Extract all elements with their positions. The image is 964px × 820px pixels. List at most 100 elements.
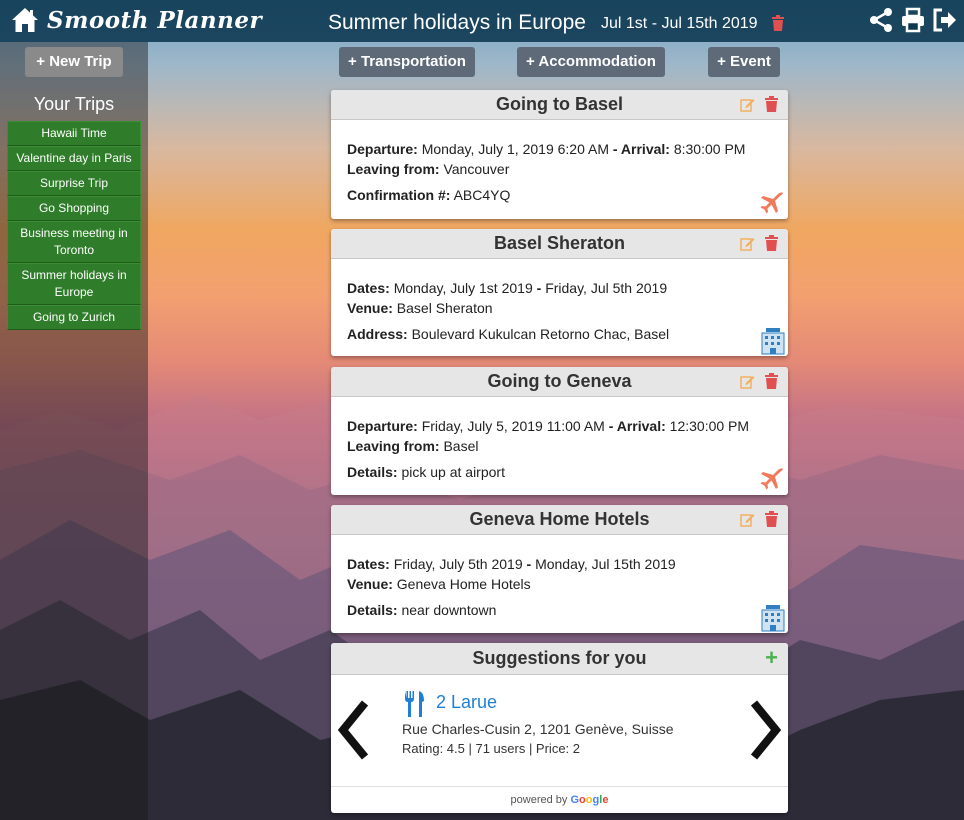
suggestion-address: Rue Charles-Cusin 2, 1201 Genève, Suisse <box>402 721 674 737</box>
edit-icon[interactable] <box>740 97 755 112</box>
edit-icon[interactable] <box>740 374 755 389</box>
airplane-icon <box>760 192 783 214</box>
value: Monday, July 1, 2019 6:20 AM <box>421 141 609 157</box>
powered-by-text: powered by <box>510 794 568 806</box>
value: Friday, Jul 5th 2019 <box>545 280 668 296</box>
value: Friday, July 5th 2019 <box>393 556 523 572</box>
trip-item[interactable]: Summer holidays in Europe <box>7 263 141 305</box>
card-line-3: Details: near downtown <box>347 600 772 620</box>
add-transportation-button[interactable]: + Transportation <box>339 47 475 77</box>
value: 8:30:00 PM <box>673 141 746 157</box>
label: - <box>536 280 542 296</box>
add-event-button[interactable]: + Event <box>708 47 780 77</box>
add-suggestion-button[interactable]: + <box>765 643 778 673</box>
suggestions-title: Suggestions for you <box>472 648 647 668</box>
trip-item[interactable]: Hawaii Time <box>7 121 141 146</box>
add-accommodation-button[interactable]: + Accommodation <box>517 47 665 77</box>
trip-item[interactable]: Business meeting in Toronto <box>7 221 141 263</box>
trip-item[interactable]: Valentine day in Paris <box>7 146 141 171</box>
edit-icon[interactable] <box>740 512 755 527</box>
your-trips-heading: Your Trips <box>33 94 115 114</box>
card-body: Dates: Friday, July 5th 2019 - Monday, J… <box>331 535 788 620</box>
label: Departure: <box>347 141 418 157</box>
itinerary-card: Basel Sheraton Dates: Monday, July 1st 2… <box>331 229 788 356</box>
trip-list: Hawaii Time Valentine day in Paris Surpr… <box>7 121 141 330</box>
card-title-text: Going to Geneva <box>487 371 632 391</box>
top-bar: Smooth Planner Summer holidays in Europe… <box>0 0 964 42</box>
value: Monday, Jul 15th 2019 <box>535 556 676 572</box>
label: - Arrival: <box>608 418 666 434</box>
card-title: Going to Basel <box>331 90 788 120</box>
label: Venue: <box>347 576 393 592</box>
itinerary-card: Geneva Home Hotels Dates: Friday, July 5… <box>331 505 788 633</box>
google-letter: o <box>585 794 593 806</box>
itinerary-card: Going to Basel Departure: Monday, July 1… <box>331 90 788 219</box>
value: ABC4YQ <box>453 187 511 203</box>
delete-icon[interactable] <box>765 96 778 112</box>
delete-icon[interactable] <box>765 235 778 251</box>
value: Geneva Home Hotels <box>396 576 531 592</box>
print-icon[interactable] <box>900 7 926 33</box>
brand[interactable]: Smooth Planner <box>10 5 262 35</box>
card-line-3: Confirmation #: ABC4YQ <box>347 185 772 205</box>
trip-item[interactable]: Surprise Trip <box>7 171 141 196</box>
trip-title: Summer holidays in Europe <box>328 11 586 34</box>
delete-icon[interactable] <box>765 511 778 527</box>
new-trip-button[interactable]: + New Trip <box>25 47 123 77</box>
suggestions-panel: Suggestions for you + 2 Larue Rue Charle… <box>331 643 788 813</box>
card-title: Going to Geneva <box>331 367 788 397</box>
delete-icon[interactable] <box>765 373 778 389</box>
card-title-text: Basel Sheraton <box>493 233 626 253</box>
card-body: Dates: Monday, July 1st 2019 - Friday, J… <box>331 259 788 344</box>
label: Departure: <box>347 418 418 434</box>
chevron-left-icon[interactable] <box>335 699 373 761</box>
value: near downtown <box>401 602 497 618</box>
label: - <box>526 556 532 572</box>
trip-item[interactable]: Going to Zurich <box>7 305 141 330</box>
value: Basel Sheraton <box>396 300 493 316</box>
google-logo: Google <box>570 794 608 806</box>
label: Confirmation #: <box>347 187 451 203</box>
label: Venue: <box>347 300 393 316</box>
label: Dates: <box>347 556 390 572</box>
google-letter: e <box>602 794 609 806</box>
card-line-2: Leaving from: Vancouver <box>347 159 772 179</box>
label: Leaving from: <box>347 438 440 454</box>
sidebar: + New Trip Your Trips Hawaii Time Valent… <box>0 42 148 820</box>
value: pick up at airport <box>401 464 505 480</box>
card-line-2: Leaving from: Basel <box>347 436 772 456</box>
card-line-3: Address: Boulevard Kukulcan Retorno Chac… <box>347 324 772 344</box>
card-line-1: Dates: Friday, July 5th 2019 - Monday, J… <box>347 554 772 574</box>
card-body: Departure: Monday, July 1, 2019 6:20 AM … <box>331 120 788 205</box>
trip-item[interactable]: Go Shopping <box>7 196 141 221</box>
card-title-text: Geneva Home Hotels <box>469 509 650 529</box>
card-line-1: Departure: Friday, July 5, 2019 11:00 AM… <box>347 416 772 436</box>
brand-name: Smooth Planner <box>47 6 263 34</box>
powered-by-google: powered by Google <box>331 786 788 813</box>
label: Address: <box>347 326 408 342</box>
card-line-2: Venue: Geneva Home Hotels <box>347 574 772 594</box>
google-letter: o <box>579 794 586 806</box>
edit-icon[interactable] <box>740 236 755 251</box>
share-icon[interactable] <box>868 7 894 33</box>
card-title: Basel Sheraton <box>331 229 788 259</box>
label: Dates: <box>347 280 390 296</box>
card-title: Geneva Home Hotels <box>331 505 788 535</box>
suggestion-rating: Rating: 4.5 | 71 users | Price: 2 <box>402 741 581 756</box>
google-letter: G <box>570 794 580 806</box>
suggestion-place-name[interactable]: 2 Larue <box>436 692 497 713</box>
card-line-3: Details: pick up at airport <box>347 462 772 482</box>
header-actions <box>868 7 958 33</box>
value: Boulevard Kukulcan Retorno Chac, Basel <box>411 326 670 342</box>
suggestions-header: Suggestions for you + <box>331 643 788 675</box>
card-line-1: Dates: Monday, July 1st 2019 - Friday, J… <box>347 278 772 298</box>
trash-icon[interactable] <box>771 15 785 31</box>
home-icon[interactable] <box>10 5 40 35</box>
value: Monday, July 1st 2019 <box>393 280 533 296</box>
chevron-right-icon[interactable] <box>746 699 784 761</box>
logout-icon[interactable] <box>932 7 958 33</box>
card-body: Departure: Friday, July 5, 2019 11:00 AM… <box>331 397 788 482</box>
label: - Arrival: <box>612 141 670 157</box>
value: 12:30:00 PM <box>669 418 750 434</box>
value: Vancouver <box>443 161 510 177</box>
